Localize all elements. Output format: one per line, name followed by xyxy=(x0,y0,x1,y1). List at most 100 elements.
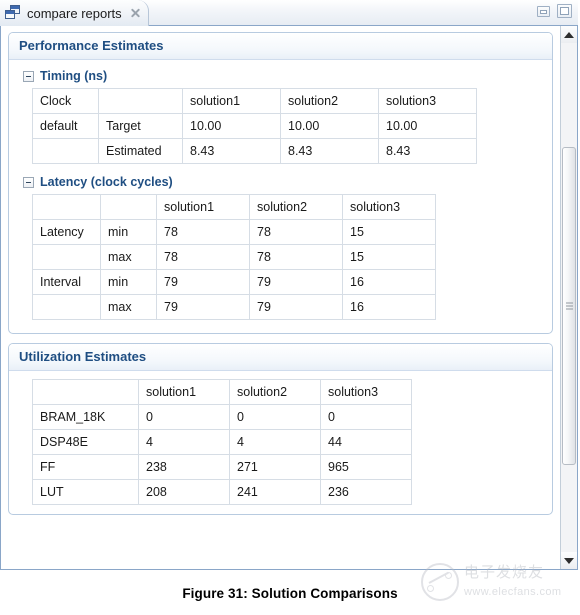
table-cell: 78 xyxy=(156,219,250,245)
table-cell: solution2 xyxy=(249,194,343,220)
table-cell: FF xyxy=(32,454,139,480)
table-row: max 79 79 16 xyxy=(32,294,436,320)
table-cell: 271 xyxy=(229,454,321,480)
table-cell: max xyxy=(100,244,157,270)
table-cell: min xyxy=(100,219,157,245)
utilization-estimates-panel: Utilization Estimates solution1 solution… xyxy=(8,343,553,515)
table-cell: 208 xyxy=(138,479,230,505)
table-cell: 79 xyxy=(249,294,343,320)
table-cell: 8.43 xyxy=(378,138,477,164)
table-cell: 10.00 xyxy=(182,113,281,139)
scroll-down-arrow-icon[interactable] xyxy=(561,552,577,569)
table-row: Clock solution1 solution2 solution3 xyxy=(32,88,477,114)
table-cell: 10.00 xyxy=(378,113,477,139)
table-cell: 16 xyxy=(342,294,436,320)
table-cell: 8.43 xyxy=(280,138,379,164)
latency-table: solution1 solution2 solution3 Latency mi… xyxy=(32,194,436,320)
timing-section: Timing (ns) Clock solution1 solution2 so… xyxy=(19,69,542,164)
table-cell: 0 xyxy=(229,404,321,430)
table-row: max 78 78 15 xyxy=(32,244,436,270)
table-row: Estimated 8.43 8.43 8.43 xyxy=(32,138,477,164)
view-body: Performance Estimates Timing (ns) Clock … xyxy=(0,26,578,570)
table-cell: solution1 xyxy=(156,194,250,220)
scroll-up-arrow-icon[interactable] xyxy=(561,26,577,43)
compare-reports-view: compare reports Performance Estimates Ti… xyxy=(0,0,578,570)
report-content: Performance Estimates Timing (ns) Clock … xyxy=(1,26,560,569)
table-cell: 79 xyxy=(156,269,250,295)
table-cell xyxy=(32,194,101,220)
table-cell: 15 xyxy=(342,244,436,270)
table-cell: BRAM_18K xyxy=(32,404,139,430)
table-cell: solution1 xyxy=(138,379,230,405)
table-cell: default xyxy=(32,113,99,139)
table-cell: LUT xyxy=(32,479,139,505)
timing-section-header[interactable]: Timing (ns) xyxy=(23,69,542,83)
table-cell xyxy=(32,244,101,270)
table-cell: 44 xyxy=(320,429,412,455)
collapse-minus-icon[interactable] xyxy=(23,176,34,188)
table-cell: 4 xyxy=(138,429,230,455)
table-cell: 236 xyxy=(320,479,412,505)
scrollbar-track[interactable] xyxy=(561,43,577,552)
timing-title: Timing (ns) xyxy=(40,69,108,83)
figure-caption: Figure 31: Solution Comparisons xyxy=(182,586,398,601)
table-cell xyxy=(32,294,101,320)
table-cell xyxy=(100,194,157,220)
table-cell: 4 xyxy=(229,429,321,455)
vertical-scrollbar[interactable] xyxy=(560,26,577,569)
table-row: BRAM_18K 0 0 0 xyxy=(32,404,412,430)
table-row: DSP48E 4 4 44 xyxy=(32,429,412,455)
table-cell: 241 xyxy=(229,479,321,505)
table-cell: Estimated xyxy=(98,138,183,164)
table-cell: solution1 xyxy=(182,88,281,114)
table-cell: solution2 xyxy=(280,88,379,114)
window-controls xyxy=(537,4,572,18)
table-row: Interval min 79 79 16 xyxy=(32,269,436,295)
table-cell: Clock xyxy=(32,88,99,114)
table-cell: 965 xyxy=(320,454,412,480)
table-cell: Latency xyxy=(32,219,101,245)
collapse-minus-icon[interactable] xyxy=(23,70,34,82)
table-row: solution1 solution2 solution3 xyxy=(32,194,436,220)
table-cell: 78 xyxy=(156,244,250,270)
tab-label: compare reports xyxy=(27,5,122,21)
table-row: Latency min 78 78 15 xyxy=(32,219,436,245)
close-icon[interactable] xyxy=(129,7,142,20)
maximize-icon[interactable] xyxy=(557,4,572,18)
table-cell: 15 xyxy=(342,219,436,245)
table-cell: 79 xyxy=(249,269,343,295)
latency-section-header[interactable]: Latency (clock cycles) xyxy=(23,175,542,189)
table-cell: solution2 xyxy=(229,379,321,405)
table-cell: DSP48E xyxy=(32,429,139,455)
timing-table: Clock solution1 solution2 solution3 defa… xyxy=(32,88,477,164)
table-cell: solution3 xyxy=(342,194,436,220)
table-cell: 78 xyxy=(249,219,343,245)
scrollbar-thumb[interactable] xyxy=(562,147,576,465)
table-cell: min xyxy=(100,269,157,295)
scrollbar-grip-icon xyxy=(566,302,573,310)
table-cell xyxy=(32,379,139,405)
utilization-table: solution1 solution2 solution3 BRAM_18K 0… xyxy=(32,379,412,505)
table-row: default Target 10.00 10.00 10.00 xyxy=(32,113,477,139)
tab-compare-reports[interactable]: compare reports xyxy=(0,0,149,26)
compare-reports-icon xyxy=(5,5,21,21)
table-cell: 16 xyxy=(342,269,436,295)
table-cell: Interval xyxy=(32,269,101,295)
table-cell: max xyxy=(100,294,157,320)
table-cell: 10.00 xyxy=(280,113,379,139)
latency-title: Latency (clock cycles) xyxy=(40,175,173,189)
latency-section: Latency (clock cycles) solution1 solutio… xyxy=(19,175,542,320)
table-cell: 238 xyxy=(138,454,230,480)
performance-estimates-panel: Performance Estimates Timing (ns) Clock … xyxy=(8,32,553,334)
table-row: LUT 208 241 236 xyxy=(32,479,412,505)
table-cell: 79 xyxy=(156,294,250,320)
minimize-icon[interactable] xyxy=(537,5,550,17)
table-cell xyxy=(98,88,183,114)
tab-strip: compare reports xyxy=(0,0,578,26)
table-cell: 78 xyxy=(249,244,343,270)
utilization-estimates-header: Utilization Estimates xyxy=(9,344,552,371)
table-cell xyxy=(32,138,99,164)
table-cell: 0 xyxy=(138,404,230,430)
table-row: solution1 solution2 solution3 xyxy=(32,379,412,405)
table-cell: solution3 xyxy=(320,379,412,405)
